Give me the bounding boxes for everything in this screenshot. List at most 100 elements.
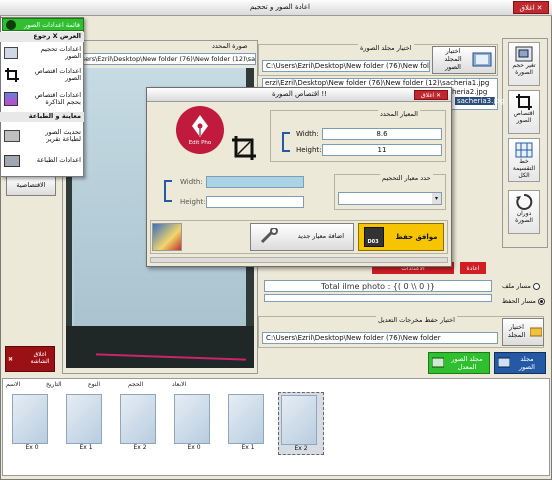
- radio-save-path[interactable]: مسار الحفظ: [502, 297, 545, 305]
- crop-dialog-close-button[interactable]: اغلاق ✕: [414, 90, 448, 100]
- crop-icon: [514, 93, 534, 111]
- menu-item-label: رجوع X العرض: [33, 32, 81, 41]
- grid-lines-button[interactable]: خط التقسيمة الكل: [508, 138, 540, 182]
- open-source-folder-button[interactable]: مجلد الصور: [494, 352, 546, 374]
- folder-path-input[interactable]: C:\Users\Ezril\Desktop\New folder (76)\N…: [262, 60, 430, 72]
- thumbnail-item[interactable]: Ex 1: [228, 394, 268, 451]
- save-path-input[interactable]: C:\Users\Ezril\Desktop\New folder (76)\N…: [262, 332, 498, 344]
- resize-icon: [514, 45, 534, 63]
- column-header: الحجم: [128, 381, 144, 388]
- window-close-button[interactable]: اغلاق ✕: [513, 1, 549, 14]
- menu-update-print[interactable]: تحديث الصور لطباعة تقرير: [0, 124, 84, 148]
- dialog-statusbar: [150, 257, 448, 263]
- radio-save-label: مسار الحفظ: [502, 297, 536, 305]
- menu-item-label: اعدادات الطباعة: [36, 156, 81, 165]
- crop-image-label: اقتصاص الصور: [513, 110, 535, 124]
- settings-icon: [4, 47, 18, 59]
- image-edit-icon[interactable]: [152, 223, 182, 251]
- grid-icon: [514, 141, 534, 159]
- floppy-icon: D03: [364, 227, 385, 247]
- menu-item-label: معاينة و الطباعة: [28, 112, 81, 121]
- close-icon: ✕: [536, 3, 543, 12]
- edit-photo-logo: Edit Pho: [176, 106, 224, 154]
- close-icon: ✕: [436, 91, 442, 99]
- rotate-image-label: دوران الصورة: [515, 210, 533, 224]
- save-confirm-button[interactable]: D03 موافق حفظ: [358, 223, 444, 251]
- menu-app-icon: [6, 19, 16, 30]
- custom-height-field[interactable]: [206, 196, 304, 208]
- progress-field: [264, 294, 492, 302]
- thumbnail-item-selected[interactable]: Ex 2: [278, 392, 324, 455]
- image-icon: [4, 92, 18, 106]
- radio-circle: [532, 282, 540, 290]
- file-list-item[interactable]: erzi\Ezril\Desktop\New folder (76)\New f…: [265, 79, 495, 87]
- size-select-dropdown[interactable]: [338, 192, 442, 205]
- column-header: الابعاد: [172, 381, 187, 388]
- custom-width-label: Width:: [180, 178, 203, 186]
- width-value-field[interactable]: 8.6: [322, 128, 442, 140]
- reset-red-button[interactable]: اعادة: [460, 262, 486, 274]
- grid-lines-label: خط التقسيمة الكل: [512, 158, 536, 179]
- dialog-close-label: اغلاق: [420, 91, 434, 99]
- print-settings-icon: [4, 155, 20, 167]
- crop-icon: [4, 67, 20, 85]
- exit-icon: ✖: [8, 355, 14, 363]
- thumbnail-item[interactable]: Ex 0: [174, 394, 214, 451]
- rotate-icon: [514, 193, 534, 211]
- rotate-image-button[interactable]: دوران الصورة: [508, 190, 540, 234]
- crop-dialog-title: اقتصاص الصورة !!: [272, 90, 327, 98]
- pen-nib-icon: [189, 114, 211, 140]
- width-label: Width:: [296, 130, 319, 138]
- wrench-icon: [260, 226, 280, 247]
- open-saved-folder-label: مجلد الصور المعدل: [451, 355, 483, 371]
- thumbnail-item[interactable]: Ex 1: [66, 394, 106, 451]
- menu-item-label: اعدادات اقتصاص بحجم الذاكرة: [34, 90, 81, 106]
- custom-height-label: Height:: [180, 198, 206, 206]
- thumbnail-image: [228, 394, 264, 444]
- menu-print-settings[interactable]: اعدادات الطباعة: [0, 150, 84, 172]
- menu-back-item[interactable]: رجوع X العرض: [0, 32, 84, 42]
- thumbnail-item[interactable]: Ex 2: [120, 394, 160, 451]
- thumbnail-caption: Ex 1: [241, 444, 255, 451]
- menu-item-label: اعدادات اقتصاص الصور: [34, 66, 81, 82]
- select-folder-button[interactable]: اختيار المجلد الصور: [432, 46, 496, 74]
- select-save-folder-label: اختيار المجلد: [507, 323, 526, 339]
- save-confirm-label: موافق حفظ: [395, 233, 438, 241]
- radio-one-path[interactable]: مسار ملف: [502, 282, 540, 290]
- custom-width-field[interactable]: [206, 176, 304, 188]
- preview-photo-floor: [66, 326, 254, 368]
- menu-resize-settings[interactable]: اعدادات تحجيم الصور: [0, 44, 84, 62]
- window-title: اعادة الصور و تحجيم: [250, 3, 310, 11]
- chevron-down-icon[interactable]: ▾: [432, 193, 441, 204]
- menu-header-label: قائمة اعدادات الصور: [24, 20, 80, 29]
- thumbnail-image: [174, 394, 210, 444]
- height-label: Height:: [296, 146, 322, 154]
- menu-header-button[interactable]: قائمة اعدادات الصور: [2, 18, 84, 31]
- thumbnail-caption: Ex 2: [133, 444, 147, 451]
- crop-image-button[interactable]: اقتصاص الصور: [508, 90, 540, 134]
- open-saved-folder-button[interactable]: مجلد الصور المعدل: [428, 352, 490, 374]
- printer-icon: [4, 130, 20, 142]
- thumbnail-image: [12, 394, 48, 444]
- add-standard-label: اضافة معيار جديد: [297, 232, 345, 241]
- menu-crop-settings[interactable]: اعدادات اقتصاص الصور: [0, 64, 84, 86]
- thumbnail-image: [281, 395, 317, 445]
- file-list-item-selected[interactable]: sacheria3.jpg: [455, 97, 504, 105]
- thumbnail-caption: Ex 2: [294, 445, 308, 452]
- folder-icon: [472, 50, 492, 71]
- thumbnail-item[interactable]: Ex 0: [12, 394, 52, 451]
- height-value-field[interactable]: 11: [322, 144, 442, 156]
- select-save-folder-button[interactable]: اختيار المجلد: [502, 318, 544, 346]
- crop-action-button[interactable]: الاقتصاصية: [6, 176, 56, 196]
- thumbnail-caption: Ex 1: [79, 444, 93, 451]
- thumbnail-caption: Ex 0: [187, 444, 201, 451]
- menu-crop-memory-settings[interactable]: اعدادات اقتصاص بحجم الذاكرة: [0, 88, 84, 110]
- exit-screen-button[interactable]: ✖ اغلاق الشاشة: [5, 346, 55, 372]
- add-standard-button[interactable]: اضافة معيار جديد: [250, 223, 354, 251]
- saved-folder-icon: [431, 356, 445, 370]
- edit-photo-caption: Edit Pho: [188, 140, 212, 146]
- preview-path-input[interactable]: C:\Users\Ezril\Desktop\New folder (76)\N…: [64, 53, 256, 65]
- resize-image-button[interactable]: تغير حجم الصورة: [508, 42, 540, 86]
- size-group-label: حدد معيار التحجيم: [380, 174, 433, 182]
- folder-group-label: اختيار مجلد الصورة: [358, 44, 414, 52]
